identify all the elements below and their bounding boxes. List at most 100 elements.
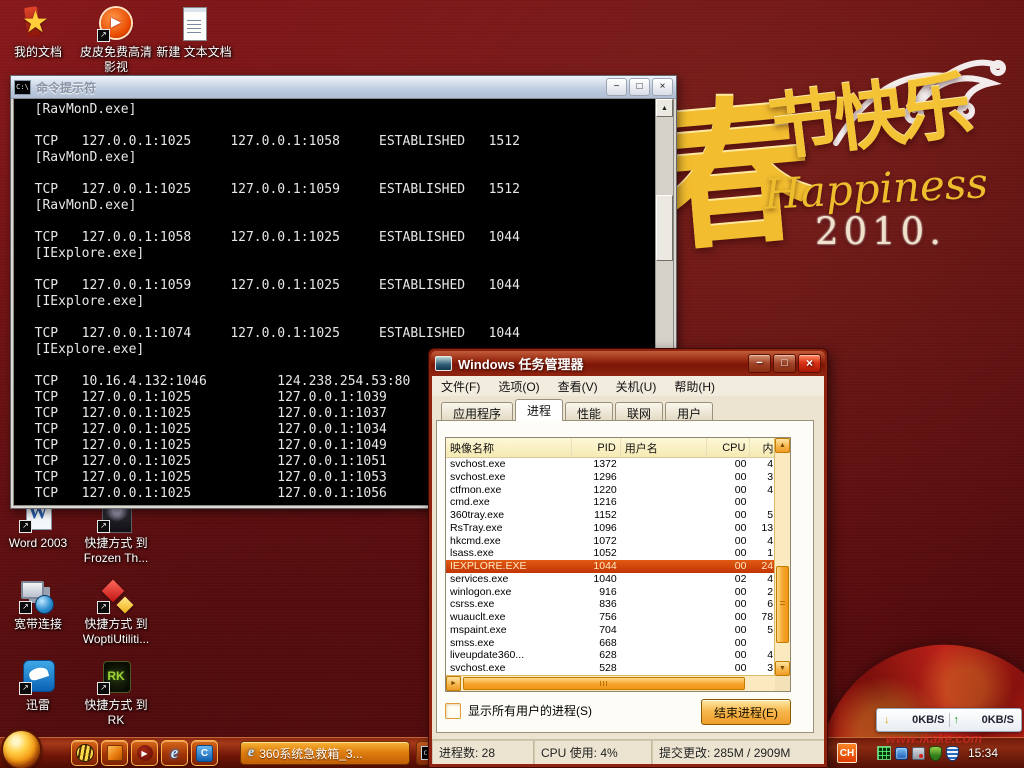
task-manager-window[interactable]: Windows 任务管理器 − □ × 文件(F) 选项(O) 查看(V) 关机(U)… (428, 348, 828, 768)
cmd-close-button[interactable]: × (652, 78, 673, 96)
quicklaunch-bee[interactable] (71, 740, 98, 766)
menu-item-3[interactable]: 关机(U) (607, 378, 666, 395)
process-cell-c-name: 360tray.exe (450, 509, 505, 521)
plist-scroll-right-icon[interactable]: ► (446, 676, 461, 691)
tab-性能[interactable]: 性能 (565, 402, 614, 421)
process-cell-c-name: IEXPLORE.EXE (450, 560, 527, 572)
process-row[interactable]: wuauclt.exe 756 00 78, (446, 611, 790, 624)
quicklaunch-box[interactable] (101, 740, 128, 766)
net-speed-widget[interactable]: 0KB/S 0KB/S (876, 708, 1022, 732)
process-row[interactable]: lsass.exe 1052 00 1, (446, 547, 790, 560)
language-indicator[interactable]: CH (836, 743, 857, 763)
cmd-maximize-button[interactable]: □ (629, 78, 650, 96)
column-header-c-name[interactable]: 映像名称 (446, 438, 572, 457)
process-cell-c-user (621, 484, 707, 497)
column-header-c-user[interactable]: 用户名 (621, 438, 708, 457)
desktop-icon-xunlei[interactable]: ↗ 迅雷 (0, 659, 76, 713)
menu-item-4[interactable]: 帮助(H) (665, 378, 724, 395)
process-row[interactable]: svchost.exe 528 00 3, (446, 662, 790, 675)
process-cell-c-pid: 1044 (593, 560, 617, 572)
show-all-checkbox[interactable] (445, 702, 461, 719)
quicklaunch-messenger[interactable]: C (191, 740, 218, 766)
process-row[interactable]: hkcmd.exe 1072 00 4, (446, 535, 790, 548)
menu-item-2[interactable]: 查看(V) (549, 378, 607, 395)
process-row[interactable]: ctfmon.exe 1220 00 4, (446, 484, 790, 497)
column-header-c-cpu[interactable]: CPU (707, 438, 751, 457)
taskmgr-titlebar[interactable]: Windows 任务管理器 − □ × (431, 351, 825, 375)
wallpaper-script-text: Happiness (762, 158, 990, 219)
process-row[interactable]: services.exe 1040 02 4, (446, 573, 790, 586)
menu-item-1[interactable]: 选项(O) (489, 378, 548, 395)
process-cell-c-cpu: 00 (734, 598, 747, 611)
volume-icon[interactable] (911, 746, 925, 760)
process-row[interactable]: 360tray.exe 1152 00 5, (446, 509, 790, 522)
network-grid-icon[interactable] (876, 746, 891, 760)
process-row[interactable]: csrss.exe 836 00 6, (446, 598, 790, 611)
tab-联网[interactable]: 联网 (615, 402, 664, 421)
process-row[interactable]: RsTray.exe 1096 00 13, (446, 522, 790, 535)
process-row[interactable]: svchost.exe 1296 00 3, (446, 471, 790, 484)
plist-hscroll-thumb[interactable] (463, 677, 745, 690)
process-cell-c-cpu: 00 (734, 560, 747, 572)
cmd-scroll-up-icon[interactable]: ▲ (656, 99, 673, 117)
xunlei-icon: ↗ (19, 659, 57, 695)
plist-vertical-scrollbar[interactable]: ▲ ▼ (774, 438, 790, 676)
desktop-icon-wopti[interactable]: ↗ 快捷方式 到 WoptiUtiliti... (78, 578, 154, 647)
show-all-processes-row[interactable]: 显示所有用户的进程(S) (445, 702, 592, 719)
process-row[interactable]: winlogon.exe 916 00 2, (446, 586, 790, 599)
security-shield-green-icon[interactable] (928, 745, 942, 761)
cmd-minimize-button[interactable]: − (606, 78, 627, 96)
process-cell-c-pid: 1096 (593, 521, 617, 534)
quick-launch: ▶ e C (71, 740, 218, 766)
process-cell-c-cpu: 00 (734, 611, 747, 623)
taskmgr-title: Windows 任务管理器 (458, 356, 584, 372)
cmd-scroll-thumb[interactable] (656, 195, 673, 261)
cmd-titlebar[interactable]: 命令提示符 − □ × (11, 76, 676, 99)
tab-应用程序[interactable]: 应用程序 (441, 402, 514, 421)
plist-scroll-up-icon[interactable]: ▲ (775, 438, 790, 453)
desktop-icon-pipi-player[interactable]: ↗ 皮皮免费高清影视 (78, 6, 154, 75)
process-row[interactable]: cmd.exe 1216 00 (446, 496, 790, 509)
messenger-tray-icon[interactable] (894, 746, 908, 760)
shortcut-arrow-icon: ↗ (19, 601, 32, 614)
desktop-icon-rk[interactable]: ↗ 快捷方式 到 RK (78, 659, 154, 728)
taskmgr-minimize-button[interactable]: − (748, 353, 771, 373)
messenger-icon: C (196, 744, 213, 762)
mydocs-star-icon (19, 6, 57, 42)
menu-item-0[interactable]: 文件(F) (432, 378, 489, 395)
tab-用户[interactable]: 用户 (665, 402, 714, 421)
process-cell-c-pid: 1220 (593, 483, 617, 496)
taskbar-button-ie[interactable]: e 360系统急救箱_3... (240, 741, 410, 765)
process-cell-c-cpu: 00 (734, 636, 747, 649)
firewall-shield-blue-icon[interactable] (945, 745, 959, 761)
plist-vscroll-thumb[interactable] (776, 566, 789, 643)
process-cell-c-cpu: 00 (734, 458, 747, 470)
plist-header: 映像名称PID用户名CPU内存 (446, 438, 790, 458)
process-row[interactable]: IEXPLORE.EXE 1044 00 24, (446, 560, 790, 573)
show-all-label: 显示所有用户的进程(S) (468, 704, 592, 718)
broadband-icon: ↗ (19, 578, 57, 614)
plist-scroll-down-icon[interactable]: ▼ (775, 661, 790, 676)
process-row[interactable]: smss.exe 668 00 (446, 637, 790, 650)
desktop-icon-text-file[interactable]: 新建 文本文档 (156, 6, 232, 60)
process-row[interactable]: mspaint.exe 704 00 5, (446, 624, 790, 637)
quicklaunch-ie[interactable]: e (161, 740, 188, 766)
process-row[interactable]: liveupdate360... 628 00 4, (446, 649, 790, 662)
process-cell-c-cpu: 00 (734, 483, 747, 496)
plist-horizontal-scrollbar[interactable]: ◄ ► (446, 675, 775, 691)
desktop-icon-mydocs-star[interactable]: 我的文档 (0, 6, 76, 60)
process-row[interactable]: svchost.exe 1372 00 4, (446, 458, 790, 471)
tab-进程[interactable]: 进程 (515, 399, 564, 421)
process-cell-c-pid: 668 (599, 636, 617, 649)
quicklaunch-player[interactable]: ▶ (131, 740, 158, 766)
process-cell-c-pid: 704 (599, 623, 617, 636)
start-button[interactable] (1, 729, 42, 768)
column-header-c-pid[interactable]: PID (572, 438, 621, 457)
end-process-button[interactable]: 结束进程(E) (701, 699, 791, 725)
process-cell-c-name: cmd.exe (450, 496, 490, 509)
desktop-icon-broadband[interactable]: ↗ 宽带连接 (0, 578, 76, 632)
process-cell-c-user (621, 598, 707, 611)
taskmgr-close-button[interactable]: × (798, 353, 821, 373)
taskmgr-maximize-button[interactable]: □ (773, 353, 796, 373)
process-cell-c-cpu: 02 (734, 572, 747, 585)
